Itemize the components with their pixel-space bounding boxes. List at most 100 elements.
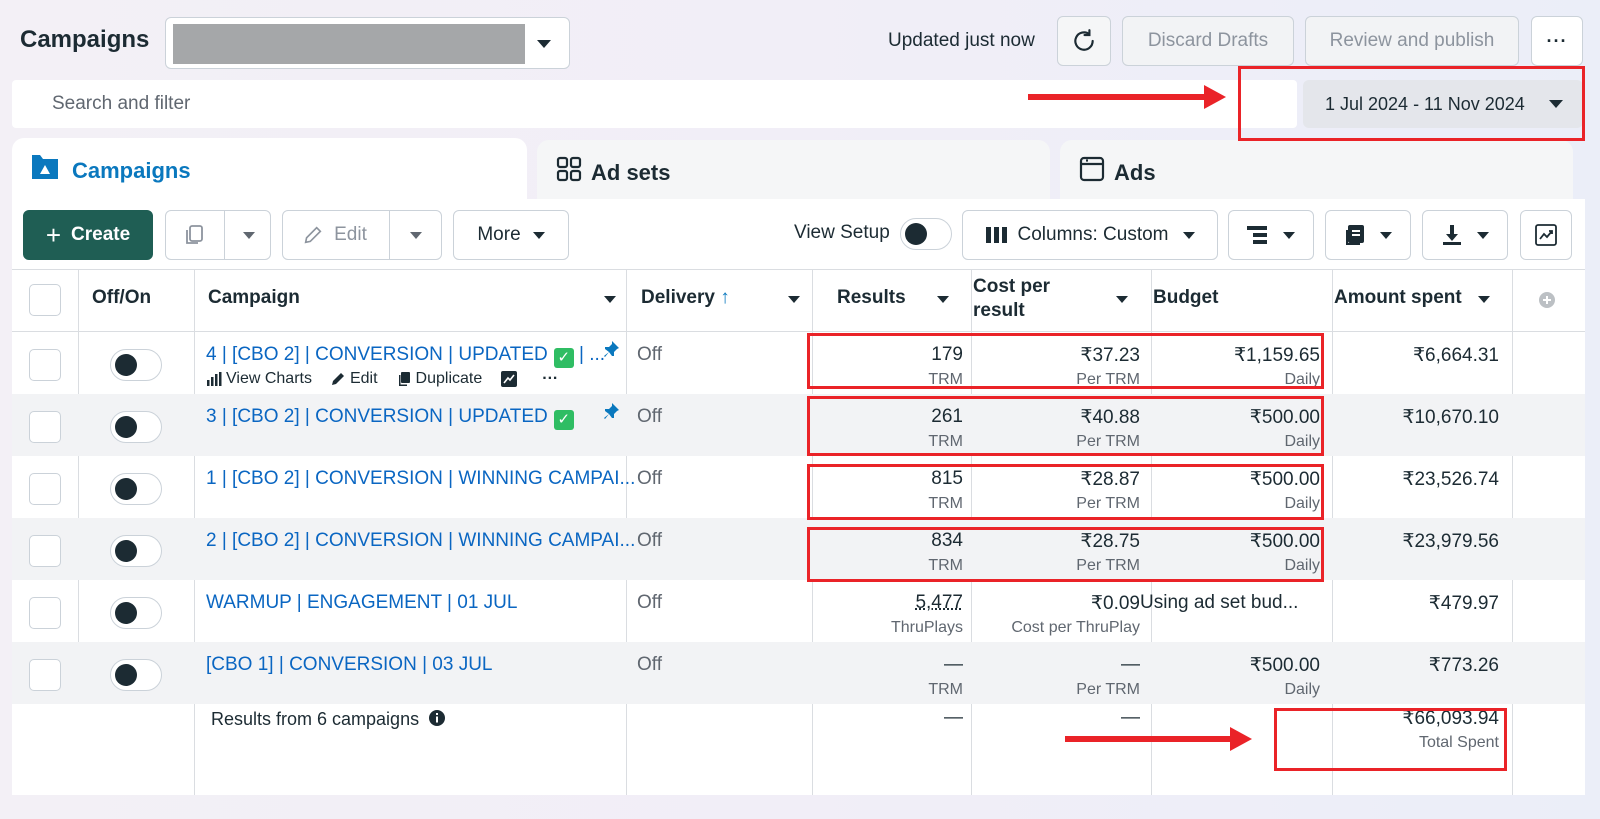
column-header-campaign[interactable]: Campaign xyxy=(208,287,300,309)
row-checkbox[interactable] xyxy=(29,597,61,629)
ad-sets-icon xyxy=(555,155,583,183)
action-label: View Charts xyxy=(226,370,312,388)
column-header-results[interactable]: Results xyxy=(837,287,906,309)
account-selector[interactable] xyxy=(165,17,570,69)
results-value: 5,477 xyxy=(915,592,963,614)
edit-action[interactable]: Edit xyxy=(330,370,378,388)
campaign-name-link[interactable]: 1 | [CBO 2] | CONVERSION | WINNING CAMPA… xyxy=(206,468,635,490)
amount-spent-value: ₹23,979.56 xyxy=(1402,530,1499,553)
row-checkbox[interactable] xyxy=(29,473,61,505)
campaign-name-link[interactable]: WARMUP | ENGAGEMENT | 01 JUL xyxy=(206,592,517,614)
toggle-knob xyxy=(115,602,137,624)
sort-dropdown-icon[interactable] xyxy=(937,296,949,303)
tab-campaigns[interactable]: Campaigns xyxy=(12,138,527,200)
campaign-name-link[interactable]: 3 | [CBO 2] | CONVERSION | UPDATED✓ xyxy=(206,406,574,430)
table-row[interactable]: 2 | [CBO 2] | CONVERSION | WINNING CAMPA… xyxy=(12,518,1585,580)
duplicate-button-group[interactable] xyxy=(165,210,271,260)
review-publish-button[interactable]: Review and publish xyxy=(1305,16,1519,66)
table-row[interactable]: 3 | [CBO 2] | CONVERSION | UPDATED✓Off26… xyxy=(12,394,1585,456)
campaign-name-link[interactable]: 2 | [CBO 2] | CONVERSION | WINNING CAMPA… xyxy=(206,530,635,552)
info-icon[interactable] xyxy=(428,709,446,727)
ads-icon xyxy=(1078,155,1106,183)
search-bar xyxy=(12,80,1297,128)
chevron-down-icon[interactable] xyxy=(243,232,255,239)
refresh-icon xyxy=(1071,28,1097,54)
amount-spent-value: ₹479.97 xyxy=(1429,592,1499,615)
toggle-knob xyxy=(115,478,137,500)
edit-button-group[interactable]: Edit xyxy=(282,210,442,260)
budget-value: ₹500.00 xyxy=(1250,654,1320,677)
column-header-cost-per-result[interactable]: Cost per result xyxy=(973,275,1050,323)
charts-button[interactable] xyxy=(1520,210,1572,260)
discard-drafts-button[interactable]: Discard Drafts xyxy=(1122,16,1294,66)
campaign-on-off-toggle[interactable] xyxy=(110,597,162,629)
create-label: Create xyxy=(71,224,130,246)
pin-icon[interactable] xyxy=(602,402,620,420)
campaign-name-text: WARMUP | ENGAGEMENT | 01 JUL xyxy=(206,592,517,613)
delivery-status: Off xyxy=(637,654,662,676)
campaign-on-off-toggle[interactable] xyxy=(110,535,162,567)
row-checkbox[interactable] xyxy=(29,535,61,567)
export-button[interactable] xyxy=(1422,210,1508,260)
duplicate-action[interactable]: Duplicate xyxy=(396,370,483,388)
create-button[interactable]: + Create xyxy=(23,210,153,260)
results-value: — xyxy=(944,654,963,676)
select-all-checkbox[interactable] xyxy=(29,284,61,316)
open-chart-action[interactable] xyxy=(500,370,518,388)
campaign-name-text: 1 | [CBO 2] | CONVERSION | WINNING CAMPA… xyxy=(206,468,635,489)
column-header-delivery[interactable]: Delivery ↑ xyxy=(641,287,730,309)
columns-button[interactable]: Columns: Custom xyxy=(962,210,1218,260)
sort-dropdown-icon[interactable] xyxy=(1116,296,1128,303)
chevron-down-icon xyxy=(537,40,551,48)
sort-dropdown-icon[interactable] xyxy=(788,296,800,303)
columns-label: Columns: Custom xyxy=(1018,224,1169,246)
chevron-down-icon xyxy=(1283,232,1295,239)
row-more-action[interactable]: ··· xyxy=(542,370,558,388)
sort-dropdown-icon[interactable] xyxy=(604,296,616,303)
refresh-button[interactable] xyxy=(1057,16,1111,66)
pin-icon[interactable] xyxy=(602,340,620,358)
view-setup-toggle[interactable] xyxy=(900,218,952,250)
duplicate-icon xyxy=(396,371,412,387)
campaign-name-link[interactable]: 4 | [CBO 2] | CONVERSION | UPDATED✓ | ..… xyxy=(206,344,605,368)
table-row[interactable]: 4 | [CBO 2] | CONVERSION | UPDATED✓ | ..… xyxy=(12,332,1585,394)
campaign-on-off-toggle[interactable] xyxy=(110,473,162,505)
results-unit: ThruPlays xyxy=(891,619,963,637)
campaign-name-text: [CBO 1] | CONVERSION | 03 JUL xyxy=(206,654,493,675)
more-button[interactable]: More xyxy=(453,210,569,260)
summary-cost-per-result: — xyxy=(1121,707,1140,729)
annotation-row-box-2 xyxy=(807,396,1324,456)
column-header-amount-spent[interactable]: Amount spent xyxy=(1334,287,1462,309)
more-options-button[interactable]: ··· xyxy=(1531,16,1583,66)
tab-label: Campaigns xyxy=(72,158,191,184)
chart-trend-icon xyxy=(500,370,518,388)
sort-dropdown-icon[interactable] xyxy=(1478,296,1490,303)
budget-value: Using ad set bud... xyxy=(1140,592,1298,614)
campaign-on-off-toggle[interactable] xyxy=(110,659,162,691)
tab-ads[interactable]: Ads xyxy=(1060,140,1573,200)
view-charts-action[interactable]: View Charts xyxy=(206,370,312,388)
search-input[interactable] xyxy=(52,90,652,118)
delivery-status: Off xyxy=(637,344,662,366)
duplicate-icon xyxy=(182,223,206,247)
table-row[interactable]: 1 | [CBO 2] | CONVERSION | WINNING CAMPA… xyxy=(12,456,1585,518)
pencil-icon xyxy=(330,371,346,387)
breakdown-button[interactable] xyxy=(1228,210,1314,260)
campaign-name-link[interactable]: [CBO 1] | CONVERSION | 03 JUL xyxy=(206,654,493,676)
row-checkbox[interactable] xyxy=(29,659,61,691)
chevron-down-icon xyxy=(1183,232,1195,239)
reports-button[interactable] xyxy=(1325,210,1411,260)
row-checkbox[interactable] xyxy=(29,349,61,381)
chevron-down-icon[interactable] xyxy=(410,232,422,239)
table-row[interactable]: [CBO 1] | CONVERSION | 03 JULOff—TRM—Per… xyxy=(12,642,1585,704)
campaign-on-off-toggle[interactable] xyxy=(110,349,162,381)
column-header-budget[interactable]: Budget xyxy=(1153,287,1218,309)
campaign-name-text: 3 | [CBO 2] | CONVERSION | UPDATED xyxy=(206,406,548,427)
campaign-on-off-toggle[interactable] xyxy=(110,411,162,443)
table-row[interactable]: WARMUP | ENGAGEMENT | 01 JULOff5,477Thru… xyxy=(12,580,1585,642)
tab-label: Ad sets xyxy=(591,160,670,186)
row-checkbox[interactable] xyxy=(29,411,61,443)
tab-ad-sets[interactable]: Ad sets xyxy=(537,140,1050,200)
add-column-icon[interactable] xyxy=(1538,291,1556,309)
column-header-off-on: Off/On xyxy=(92,287,151,309)
